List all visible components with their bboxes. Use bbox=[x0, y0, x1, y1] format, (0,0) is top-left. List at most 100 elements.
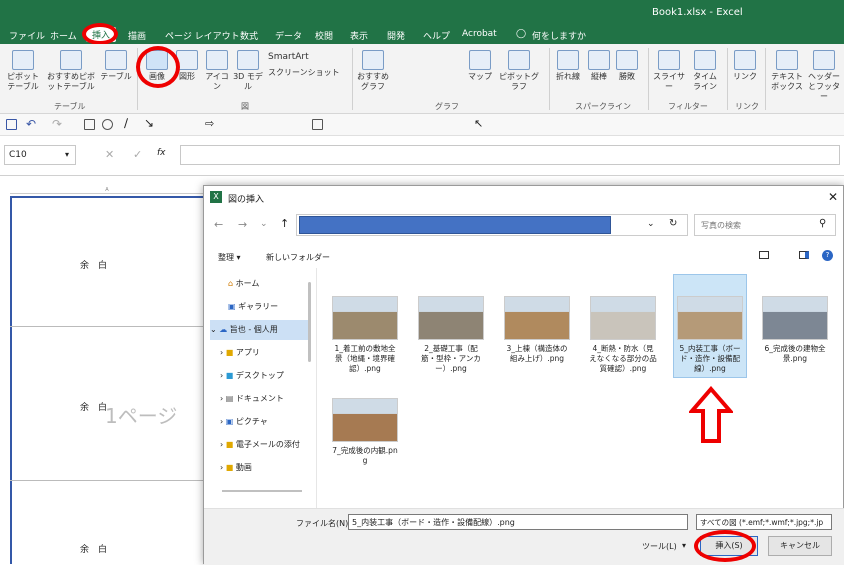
file-item-6[interactable]: 6_完成後の建物全景.png bbox=[761, 296, 829, 364]
arrow-line-icon[interactable]: ↘ bbox=[144, 116, 154, 130]
nav-item-documents[interactable]: › ▤ ドキュメント bbox=[220, 389, 284, 409]
undo-icon[interactable]: ↶ bbox=[26, 117, 36, 131]
nav-item-onedrive[interactable]: ⌄ ☁ 旨也 - 個人用 bbox=[210, 320, 310, 340]
tab-file[interactable]: ファイル bbox=[9, 29, 45, 42]
group-label-sparklines: スパークライン bbox=[575, 102, 631, 111]
recommended-pivot-button[interactable]: おすすめピボットテーブル bbox=[44, 50, 98, 92]
function-icon[interactable]: fx bbox=[157, 148, 166, 158]
divider bbox=[727, 48, 728, 110]
column-sparkline-icon bbox=[588, 50, 610, 70]
tab-data[interactable]: データ bbox=[275, 29, 302, 42]
chart-type-buttons[interactable] bbox=[394, 50, 454, 90]
column-header-a[interactable]: A bbox=[10, 187, 204, 194]
thumbnail bbox=[332, 398, 398, 442]
nav-item-videos[interactable]: › ■ 動画 bbox=[220, 458, 252, 478]
textbox-button[interactable]: テキストボックス bbox=[770, 50, 804, 92]
pivot-chart-button[interactable]: ピボットグラフ bbox=[496, 50, 542, 92]
scrollbar[interactable] bbox=[222, 490, 302, 492]
search-icon[interactable]: ⚲ bbox=[819, 218, 826, 229]
filename-input[interactable]: 5_内装工事（ボード・造作・設備配線）.png bbox=[348, 514, 688, 530]
recommended-charts-button[interactable]: おすすめグラフ bbox=[356, 50, 390, 92]
redo-icon[interactable]: ↷ bbox=[52, 117, 62, 131]
back-icon[interactable]: ← bbox=[214, 218, 223, 231]
tab-developer[interactable]: 開発 bbox=[387, 29, 405, 42]
tab-formulas[interactable]: 数式 bbox=[240, 29, 258, 42]
thumbnail bbox=[504, 296, 570, 340]
tab-page-layout[interactable]: ページ レイアウト bbox=[165, 29, 240, 42]
group-label-filters: フィルター bbox=[668, 102, 708, 111]
slicer-button[interactable]: スライサー bbox=[652, 50, 686, 92]
pictures-folder-icon: ▣ bbox=[225, 417, 236, 426]
tab-review[interactable]: 校閲 bbox=[315, 29, 333, 42]
filetype-select[interactable]: すべての図 (*.emf;*.wmf;*.jpg;*.jp bbox=[696, 514, 832, 530]
rectangle-icon[interactable] bbox=[84, 119, 95, 130]
file-item-3[interactable]: 3_上棟（構造体の組み上げ）.png bbox=[503, 296, 571, 364]
view-icon[interactable] bbox=[759, 251, 769, 259]
tab-draw[interactable]: 描画 bbox=[128, 29, 146, 42]
nav-item-home[interactable]: ⌂ ホーム bbox=[228, 274, 259, 294]
scrollbar[interactable] bbox=[308, 282, 311, 362]
nav-item-desktop[interactable]: › ■ デスクトップ bbox=[220, 366, 284, 386]
line-icon[interactable]: ∕ bbox=[124, 116, 128, 130]
tab-acrobat[interactable]: Acrobat bbox=[462, 29, 497, 39]
nav-item-pictures[interactable]: › ▣ ピクチャ bbox=[220, 412, 268, 432]
search-box[interactable]: 写真の検索 ⚲ bbox=[694, 214, 836, 236]
tab-view[interactable]: 表示 bbox=[350, 29, 368, 42]
line-sparkline-icon bbox=[557, 50, 579, 70]
up-icon[interactable]: ↑ bbox=[280, 217, 289, 230]
help-icon[interactable]: ? bbox=[822, 250, 833, 261]
recommended-pivot-icon bbox=[60, 50, 82, 70]
refresh-icon[interactable]: ↻ bbox=[669, 218, 677, 229]
tab-help[interactable]: ヘルプ bbox=[423, 29, 450, 42]
file-item-1[interactable]: 1_着工前の敷地全景（地縄・境界確認）.png bbox=[331, 296, 399, 374]
forward-icon[interactable]: → bbox=[238, 218, 247, 231]
cancel-button[interactable]: キャンセル bbox=[768, 536, 832, 556]
header-footer-button[interactable]: ヘッダーとフッター bbox=[806, 50, 842, 102]
timeline-button[interactable]: タイムライン bbox=[690, 50, 720, 92]
screenshot-button[interactable]: スクリーンショット bbox=[268, 68, 340, 78]
chevron-down-icon[interactable]: ⌄ bbox=[260, 219, 268, 229]
link-button[interactable]: リンク bbox=[732, 50, 758, 82]
file-item-5[interactable]: 5_内装工事（ボード・造作・設備配線）.png bbox=[676, 296, 744, 374]
icons-button[interactable]: アイコン bbox=[203, 50, 231, 92]
new-folder-button[interactable]: 新しいフォルダー bbox=[266, 252, 330, 263]
dialog-title-bar: X 図の挿入 ✕ bbox=[204, 186, 843, 208]
tab-home[interactable]: ホーム bbox=[50, 29, 77, 42]
thumbnail bbox=[332, 296, 398, 340]
smartart-button[interactable]: SmartArt bbox=[268, 52, 309, 62]
tools-button[interactable]: ツール(L) bbox=[642, 541, 677, 552]
formula-input[interactable] bbox=[180, 145, 840, 165]
file-item-7[interactable]: 7_完成後の内観.png bbox=[331, 398, 399, 466]
organize-button[interactable]: 整理 ▾ bbox=[218, 252, 241, 263]
save-icon[interactable] bbox=[6, 119, 17, 130]
margin-label: 余 白 bbox=[80, 545, 108, 555]
nav-item-apps[interactable]: › ■ アプリ bbox=[220, 343, 260, 363]
close-icon[interactable]: ✕ bbox=[828, 190, 838, 204]
block-arrow-icon[interactable]: ⇨ bbox=[205, 117, 214, 130]
pointer-icon[interactable]: ↖ bbox=[474, 117, 483, 130]
pivot-table-button[interactable]: ピボットテーブル bbox=[6, 50, 40, 92]
tell-me-box[interactable]: 何をしますか bbox=[532, 29, 586, 42]
file-item-2[interactable]: 2_基礎工事（配筋・型枠・アンカー）.png bbox=[417, 296, 485, 374]
3d-models-button[interactable]: 3D モデル bbox=[233, 50, 263, 92]
maps-button[interactable]: マップ bbox=[466, 50, 494, 82]
sparkline-column-button[interactable]: 縦棒 bbox=[586, 50, 612, 82]
name-box[interactable]: C10 ▾ bbox=[4, 145, 76, 165]
sparkline-line-button[interactable]: 折れ線 bbox=[553, 50, 583, 82]
cancel-icon[interactable]: ✕ bbox=[105, 148, 114, 161]
nav-item-gallery[interactable]: ▣ ギャラリー bbox=[228, 297, 278, 317]
camera-icon[interactable] bbox=[312, 119, 323, 130]
nav-item-email-attachments[interactable]: › ■ 電子メールの添付 bbox=[220, 435, 300, 455]
oval-icon[interactable] bbox=[102, 119, 113, 130]
enter-icon[interactable]: ✓ bbox=[133, 148, 142, 161]
file-item-4[interactable]: 4_断熱・防水（見えなくなる部分の品質確認）.png bbox=[589, 296, 657, 374]
search-input[interactable]: 写真の検索 bbox=[701, 220, 741, 231]
chevron-down-icon[interactable]: ▾ bbox=[682, 541, 686, 550]
sparkline-winloss-button[interactable]: 勝敗 bbox=[614, 50, 640, 82]
document-icon: ▤ bbox=[225, 394, 236, 403]
preview-pane-icon[interactable] bbox=[799, 251, 809, 259]
ribbon-tabs: ファイル ホーム 挿入 描画 ページ レイアウト 数式 データ 校閲 表示 開発… bbox=[0, 26, 844, 44]
address-box[interactable]: ⌄ ↻ bbox=[296, 214, 688, 236]
table-button[interactable]: テーブル bbox=[100, 50, 132, 82]
chevron-down-icon[interactable]: ⌄ bbox=[647, 219, 655, 229]
